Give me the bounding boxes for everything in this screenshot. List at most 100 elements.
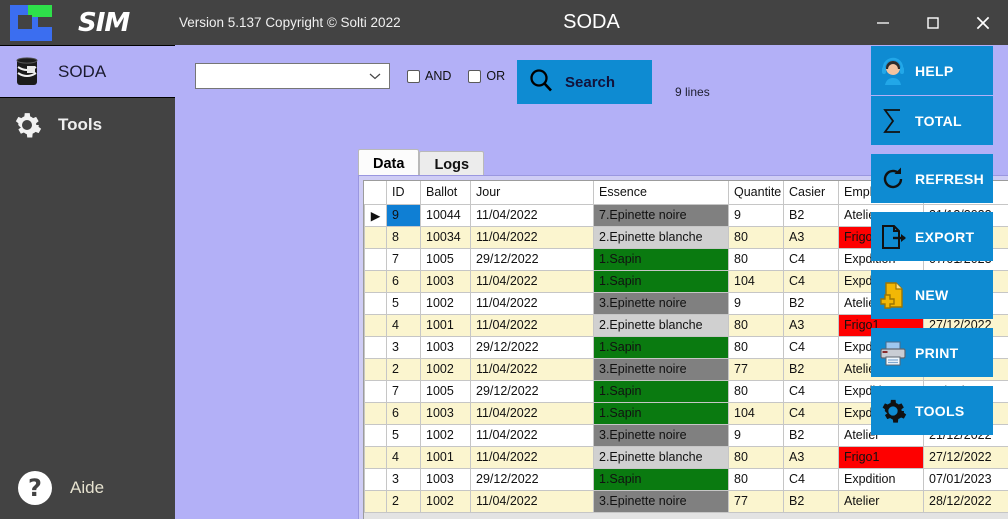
and-checkbox[interactable] <box>407 69 420 83</box>
cell-ballot[interactable]: 1003 <box>420 335 471 359</box>
cell-casier[interactable]: C4 <box>783 401 839 425</box>
cell-casier[interactable]: C4 <box>783 335 839 359</box>
cell-quantite[interactable]: 104 <box>728 401 784 425</box>
cell-ballot[interactable]: 1002 <box>420 489 471 513</box>
cell-id[interactable]: 2 <box>386 489 421 513</box>
cell-ballot[interactable]: 1003 <box>420 467 471 491</box>
cell-casier[interactable]: A3 <box>783 313 839 337</box>
cell-jour[interactable]: 11/04/2022 <box>470 489 594 513</box>
cell-jour[interactable]: 29/12/2022 <box>470 379 594 403</box>
cell-essence[interactable]: 3.Epinette noire <box>593 357 729 381</box>
row-selector-cell[interactable] <box>364 247 387 271</box>
cell-id[interactable]: 9 <box>386 203 421 227</box>
cell-id[interactable]: 7 <box>386 379 421 403</box>
minimize-button[interactable] <box>858 0 908 45</box>
cell-quantite[interactable]: 80 <box>728 335 784 359</box>
column-header-essence[interactable]: Essence <box>593 181 729 205</box>
cell-essence[interactable]: 7.Epinette noire <box>593 203 729 227</box>
cell-id[interactable]: 3 <box>386 467 421 491</box>
row-selector-cell[interactable] <box>364 313 387 337</box>
row-selector-cell[interactable] <box>364 445 387 469</box>
cell-ballot[interactable]: 10044 <box>420 203 471 227</box>
column-header-jour[interactable]: Jour <box>470 181 594 205</box>
column-header-id[interactable]: ID <box>386 181 421 205</box>
help-button[interactable]: HELP <box>871 46 993 95</box>
cell-jour[interactable]: 11/04/2022 <box>470 423 594 447</box>
row-selector-cell[interactable] <box>364 269 387 293</box>
row-selector-cell[interactable] <box>364 335 387 359</box>
cell-id[interactable]: 2 <box>386 357 421 381</box>
cell-essence[interactable]: 2.Epinette blanche <box>593 225 729 249</box>
cell-essence[interactable]: 2.Epinette blanche <box>593 445 729 469</box>
close-button[interactable] <box>958 0 1008 45</box>
search-button[interactable]: Search <box>517 60 652 104</box>
cell-casier[interactable]: C4 <box>783 269 839 293</box>
cell-essence[interactable]: 2.Epinette blanche <box>593 313 729 337</box>
cell-id[interactable]: 6 <box>386 269 421 293</box>
cell-jour[interactable]: 11/04/2022 <box>470 269 594 293</box>
cell-jour[interactable]: 11/04/2022 <box>470 313 594 337</box>
export-button[interactable]: EXPORT <box>871 212 993 261</box>
row-selector-cell[interactable]: ▶ <box>364 203 387 227</box>
cell-ballot[interactable]: 1005 <box>420 247 471 271</box>
cell-livraison[interactable]: 27/12/2022 <box>923 445 1008 469</box>
cell-id[interactable]: 5 <box>386 423 421 447</box>
cell-essence[interactable]: 3.Epinette noire <box>593 291 729 315</box>
cell-ballot[interactable]: 1003 <box>420 401 471 425</box>
and-checkbox-group[interactable]: AND <box>407 69 451 83</box>
cell-jour[interactable]: 11/04/2022 <box>470 225 594 249</box>
cell-id[interactable]: 8 <box>386 225 421 249</box>
row-selector-cell[interactable] <box>364 489 387 513</box>
cell-quantite[interactable]: 9 <box>728 203 784 227</box>
column-header-selector[interactable] <box>364 181 387 205</box>
cell-quantite[interactable]: 80 <box>728 225 784 249</box>
cell-id[interactable]: 4 <box>386 313 421 337</box>
print-button[interactable]: PRINT <box>871 328 993 377</box>
tools-button[interactable]: TOOLS <box>871 386 993 435</box>
search-field-combobox[interactable] <box>195 63 390 89</box>
row-selector-cell[interactable] <box>364 225 387 249</box>
cell-ballot[interactable]: 1005 <box>420 379 471 403</box>
table-row[interactable]: 3100329/12/20221.Sapin80C4Expdition07/01… <box>364 467 1008 491</box>
total-button[interactable]: TOTAL <box>871 96 993 145</box>
cell-emplacement[interactable]: Atelier <box>838 489 924 513</box>
cell-casier[interactable]: B2 <box>783 423 839 447</box>
cell-id[interactable]: 3 <box>386 335 421 359</box>
cell-casier[interactable]: B2 <box>783 291 839 315</box>
tab-data[interactable]: Data <box>358 149 420 177</box>
cell-casier[interactable]: A3 <box>783 225 839 249</box>
cell-livraison[interactable]: 28/12/2022 <box>923 489 1008 513</box>
cell-quantite[interactable]: 80 <box>728 445 784 469</box>
cell-id[interactable]: 5 <box>386 291 421 315</box>
maximize-button[interactable] <box>908 0 958 45</box>
cell-essence[interactable]: 1.Sapin <box>593 269 729 293</box>
cell-quantite[interactable]: 80 <box>728 247 784 271</box>
cell-ballot[interactable]: 1002 <box>420 357 471 381</box>
table-row[interactable]: 4 1001 11/04/2022 2.Epinette blanche 80 A3 Fri… <box>364 445 1008 469</box>
cell-jour[interactable]: 11/04/2022 <box>470 203 594 227</box>
cell-quantite[interactable]: 80 <box>728 313 784 337</box>
row-selector-cell[interactable] <box>364 291 387 315</box>
cell-casier[interactable]: C4 <box>783 379 839 403</box>
column-header-quantite[interactable]: Quantite <box>728 181 784 205</box>
or-checkbox-group[interactable]: OR <box>468 69 505 83</box>
cell-quantite[interactable]: 80 <box>728 467 784 491</box>
cell-ballot[interactable]: 1002 <box>420 291 471 315</box>
cell-ballot[interactable]: 1002 <box>420 423 471 447</box>
refresh-button[interactable]: REFRESH <box>871 154 993 203</box>
cell-jour[interactable]: 29/12/2022 <box>470 467 594 491</box>
cell-casier[interactable]: B2 <box>783 203 839 227</box>
row-selector-cell[interactable] <box>364 423 387 447</box>
cell-quantite[interactable]: 77 <box>728 357 784 381</box>
cell-ballot[interactable]: 1003 <box>420 269 471 293</box>
cell-quantite[interactable]: 77 <box>728 489 784 513</box>
table-row[interactable]: 2 1002 11/04/2022 3.Epinette noire 77 B2 Ateli… <box>364 489 1008 513</box>
cell-jour[interactable]: 29/12/2022 <box>470 335 594 359</box>
cell-jour[interactable]: 29/12/2022 <box>470 247 594 271</box>
cell-id[interactable]: 6 <box>386 401 421 425</box>
row-selector-cell[interactable] <box>364 357 387 381</box>
row-selector-cell[interactable] <box>364 401 387 425</box>
row-selector-cell[interactable] <box>364 379 387 403</box>
cell-casier[interactable]: C4 <box>783 247 839 271</box>
tab-logs[interactable]: Logs <box>419 151 485 177</box>
